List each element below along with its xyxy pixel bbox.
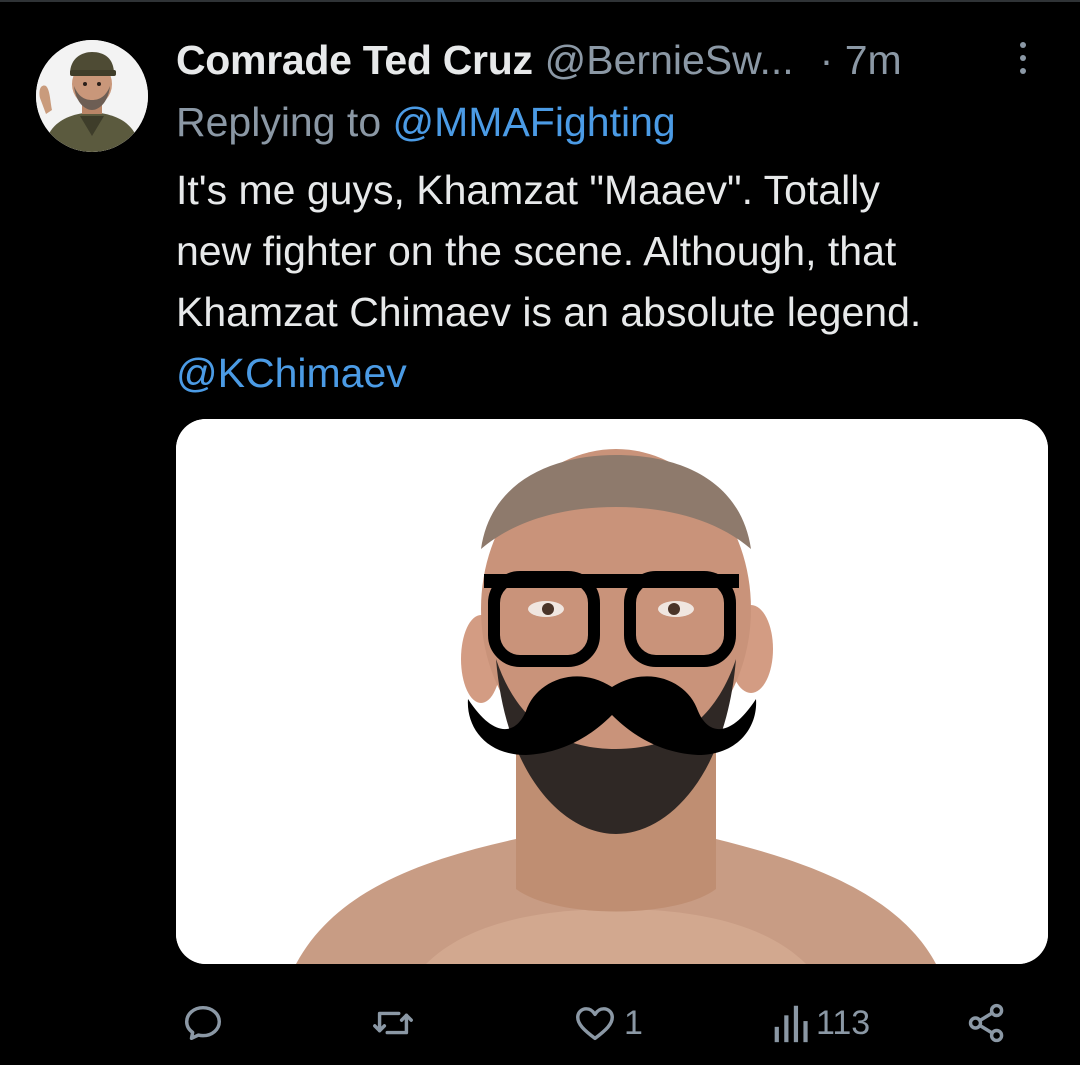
- replying-prefix: Replying to: [176, 99, 382, 145]
- tweet-page: Comrade Ted Cruz @BernieSw... · 7m Reply…: [0, 0, 1080, 1065]
- views-count: 113: [816, 1003, 871, 1042]
- retweet-icon: [373, 1011, 413, 1035]
- user-handle[interactable]: @BernieSw...: [545, 34, 794, 86]
- replying-to: Replying to @MMAFighting: [176, 96, 676, 148]
- heart-icon: [576, 1007, 614, 1041]
- reply-icon: [184, 1005, 222, 1041]
- views-icon: [774, 1005, 808, 1043]
- like-button[interactable]: 1: [572, 995, 643, 1051]
- replying-handle-link[interactable]: @MMAFighting: [393, 99, 676, 145]
- views-button[interactable]: 113: [770, 995, 870, 1051]
- display-name[interactable]: Comrade Ted Cruz: [176, 34, 533, 86]
- tweet-text-line: It's me guys, Khamzat "Maaev". Totally: [176, 167, 880, 213]
- share-button[interactable]: [964, 995, 1010, 1051]
- tweet-text: It's me guys, Khamzat "Maaev". Totally n…: [176, 160, 1056, 404]
- fighter-photo: [176, 419, 1048, 964]
- mention-link[interactable]: @KChimaev: [176, 343, 1056, 404]
- avatar-image: [36, 40, 148, 152]
- like-count: 1: [624, 1003, 643, 1042]
- tweet-text-line: Khamzat Chimaev is an absolute legend.: [176, 289, 922, 335]
- share-icon: [968, 1003, 1004, 1043]
- retweet-button[interactable]: [370, 995, 416, 1051]
- divider: [0, 0, 1080, 2]
- tweet-media-image[interactable]: [176, 419, 1048, 964]
- more-options-icon[interactable]: [1010, 40, 1036, 76]
- reply-button[interactable]: [180, 995, 226, 1051]
- avatar[interactable]: [36, 40, 148, 152]
- timestamp[interactable]: · 7m: [820, 34, 902, 86]
- tweet-header: Comrade Ted Cruz @BernieSw... · 7m: [176, 34, 1066, 86]
- tweet-text-line: new fighter on the scene. Although, that: [176, 228, 897, 274]
- action-bar: 1 113: [176, 995, 1036, 1051]
